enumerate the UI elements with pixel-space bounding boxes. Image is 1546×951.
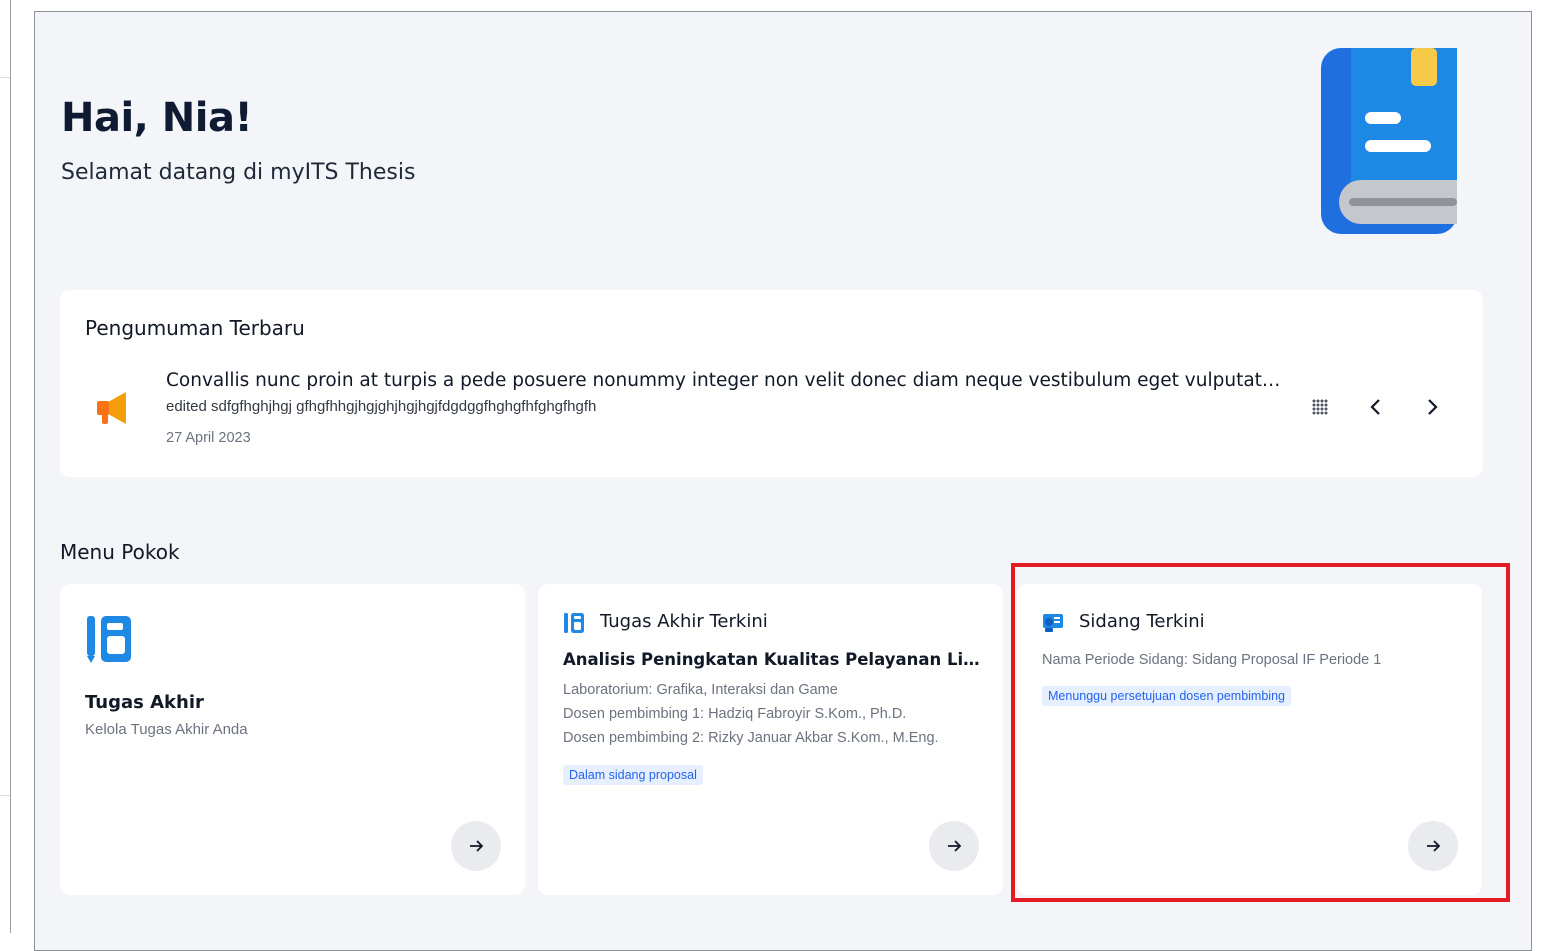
megaphone-icon — [97, 392, 126, 424]
menu-card-sidang-terkini[interactable]: Sidang Terkini Nama Periode Sidang: Sida… — [1017, 584, 1482, 895]
lab-info: Laboratorium: Grafika, Interaksi dan Gam… — [563, 682, 838, 698]
open-arrow-button[interactable] — [1408, 821, 1458, 871]
chevron-right-icon[interactable] — [1420, 395, 1444, 419]
announcement-date: 27 April 2023 — [166, 430, 251, 446]
menu-card-tugas-akhir-terkini[interactable]: Tugas Akhir Terkini Analisis Peningkatan… — [538, 584, 1003, 895]
open-arrow-button[interactable] — [451, 821, 501, 871]
advisor-2: Dosen pembimbing 2: Rizky Januar Akbar S… — [563, 730, 939, 746]
status-badge: Menunggu persetujuan dosen pembimbing — [1042, 686, 1291, 706]
announcement-card: Pengumuman Terbaru Convallis nunc proin … — [60, 290, 1483, 477]
announcement-description: edited sdfgfhghjhgj gfhgfhhgjhgjghjhgjhg… — [166, 398, 597, 415]
card-title: Sidang Terkini — [1079, 611, 1205, 632]
chevron-left-icon[interactable] — [1364, 395, 1388, 419]
arrow-right-icon — [1427, 840, 1441, 852]
open-arrow-button[interactable] — [929, 821, 979, 871]
menu-section-title: Menu Pokok — [60, 540, 180, 564]
card-title: Tugas Akhir — [85, 692, 204, 713]
card-subtitle: Kelola Tugas Akhir Anda — [85, 721, 248, 738]
left-sidebar-edge — [0, 0, 11, 933]
greeting-subtitle: Selamat datang di myITS Thesis — [61, 160, 416, 185]
thesis-title: Analisis Peningkatan Kualitas Pelayanan … — [563, 650, 983, 669]
announcement-headline[interactable]: Convallis nunc proin at turpis a pede po… — [166, 370, 1296, 391]
arrow-right-icon — [470, 840, 484, 852]
menu-card-tugas-akhir[interactable]: Tugas Akhir Kelola Tugas Akhir Anda — [60, 584, 525, 895]
main-content: Hai, Nia! Selamat datang di myITS Thesis… — [34, 11, 1532, 951]
thesis-book-icon — [87, 616, 131, 663]
period-info: Nama Periode Sidang: Sidang Proposal IF … — [1042, 652, 1382, 668]
announcement-section-title: Pengumuman Terbaru — [85, 316, 305, 340]
sidebar-divider — [0, 795, 10, 796]
sidebar-divider — [0, 77, 10, 78]
hero-book-icon — [1321, 48, 1457, 234]
advisor-1: Dosen pembimbing 1: Hadziq Fabroyir S.Ko… — [563, 706, 907, 722]
grid-icon[interactable] — [1308, 395, 1332, 419]
arrow-right-icon — [948, 840, 962, 852]
card-title: Tugas Akhir Terkini — [600, 611, 768, 632]
thesis-book-icon — [564, 613, 584, 633]
status-badge: Dalam sidang proposal — [563, 765, 703, 785]
presentation-icon — [1043, 614, 1063, 632]
greeting-title: Hai, Nia! — [61, 95, 253, 141]
